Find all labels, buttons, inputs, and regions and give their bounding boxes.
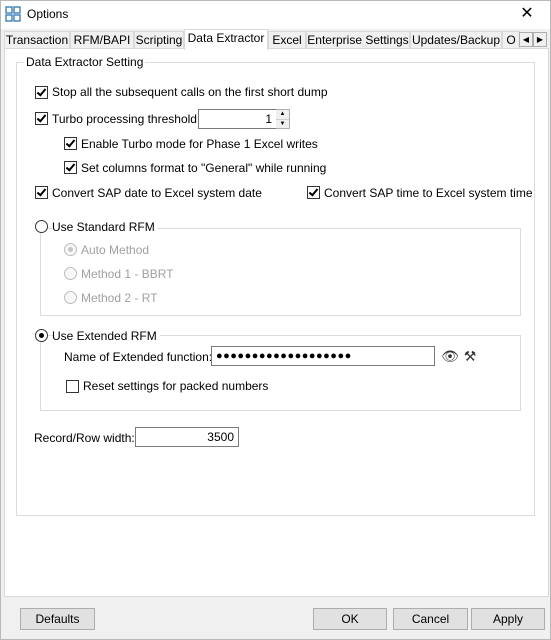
tab-overflow[interactable]: O (502, 31, 520, 49)
convert-time-checkbox[interactable] (307, 186, 320, 199)
radio-dot (39, 333, 44, 338)
checkmark-icon (36, 112, 47, 123)
turbo-threshold-input[interactable]: 1 (198, 109, 277, 129)
method1-bbrt-label: Method 1 - BBRT (81, 267, 174, 281)
close-icon: ✕ (520, 5, 534, 22)
close-button[interactable]: ✕ (504, 1, 550, 29)
cancel-button[interactable]: Cancel (393, 608, 468, 630)
checkmark-icon (65, 161, 76, 172)
record-width-label: Record/Row width: (34, 431, 135, 445)
reset-packed-checkbox[interactable] (66, 380, 79, 393)
data-extractor-page: Data Extractor Setting Stop all the subs… (4, 48, 549, 597)
tab-strip: Transaction RFM/BAPI Scripting Data Extr… (4, 29, 549, 50)
tools-icon[interactable]: ⚒ (461, 348, 479, 364)
stop-calls-label: Stop all the subsequent calls on the fir… (52, 85, 328, 99)
turbo-phase1-checkbox[interactable] (64, 137, 77, 150)
turbo-threshold-checkbox[interactable] (35, 112, 48, 125)
checkmark-icon (36, 86, 47, 97)
method2-rt-label: Method 2 - RT (81, 291, 158, 305)
extended-function-label: Name of Extended function: (64, 350, 213, 364)
convert-time-label: Convert SAP time to Excel system time (324, 186, 533, 200)
reset-packed-label: Reset settings for packed numbers (83, 379, 269, 393)
tab-transaction[interactable]: Transaction (4, 31, 70, 49)
auto-method-radio[interactable] (64, 243, 77, 256)
tab-scroll-left-button[interactable]: ◀ (519, 32, 533, 47)
apply-button[interactable]: Apply (471, 608, 545, 630)
checkmark-icon (308, 186, 319, 197)
ok-button[interactable]: OK (313, 608, 387, 630)
turbo-threshold-label: Turbo processing threshold (52, 112, 197, 126)
extended-rfm-label: Use Extended RFM (52, 329, 160, 343)
extended-rfm-radio[interactable] (35, 329, 48, 342)
group-title: Data Extractor Setting (24, 55, 146, 69)
convert-date-label: Convert SAP date to Excel system date (52, 186, 262, 200)
chevron-right-icon: ▶ (536, 35, 544, 44)
extended-function-input[interactable]: ●●●●●●●●●●●●●●●●●●● (211, 346, 435, 366)
spin-up-icon[interactable]: ▲ (276, 110, 289, 119)
app-icon (5, 6, 21, 22)
tab-updates-backup[interactable]: Updates/Backup (410, 31, 502, 49)
checkmark-icon (36, 186, 47, 197)
checkmark-icon (65, 137, 76, 148)
tab-scripting[interactable]: Scripting (134, 31, 184, 49)
turbo-phase1-label: Enable Turbo mode for Phase 1 Excel writ… (81, 137, 318, 151)
auto-method-label: Auto Method (81, 243, 150, 257)
standard-rfm-label: Use Standard RFM (52, 220, 158, 234)
set-columns-checkbox[interactable] (64, 161, 77, 174)
chevron-left-icon: ◀ (522, 35, 530, 44)
spin-down-icon[interactable]: ▼ (276, 119, 289, 128)
eye-icon[interactable]: 👁 (441, 348, 459, 364)
title-bar: Options ✕ (1, 1, 550, 29)
tab-scroll-right-button[interactable]: ▶ (533, 32, 547, 47)
window-title: Options (27, 7, 69, 21)
defaults-button[interactable]: Defaults (20, 608, 95, 630)
stop-calls-checkbox[interactable] (35, 86, 48, 99)
tab-rfm-bapi[interactable]: RFM/BAPI (70, 31, 134, 49)
tab-enterprise-settings[interactable]: Enterprise Settings (306, 31, 410, 49)
options-dialog: Options ✕ Transaction RFM/BAPI Scripting… (0, 0, 551, 640)
tab-data-extractor[interactable]: Data Extractor (184, 29, 268, 50)
record-width-input[interactable]: 3500 (135, 427, 239, 447)
radio-dot (68, 247, 73, 252)
convert-date-checkbox[interactable] (35, 186, 48, 199)
tab-excel[interactable]: Excel (268, 31, 306, 49)
method2-rt-radio[interactable] (64, 291, 77, 304)
turbo-threshold-stepper[interactable]: ▲ ▼ (276, 109, 290, 129)
standard-rfm-radio[interactable] (35, 220, 48, 233)
set-columns-label: Set columns format to "General" while ru… (81, 161, 327, 175)
method1-bbrt-radio[interactable] (64, 267, 77, 280)
